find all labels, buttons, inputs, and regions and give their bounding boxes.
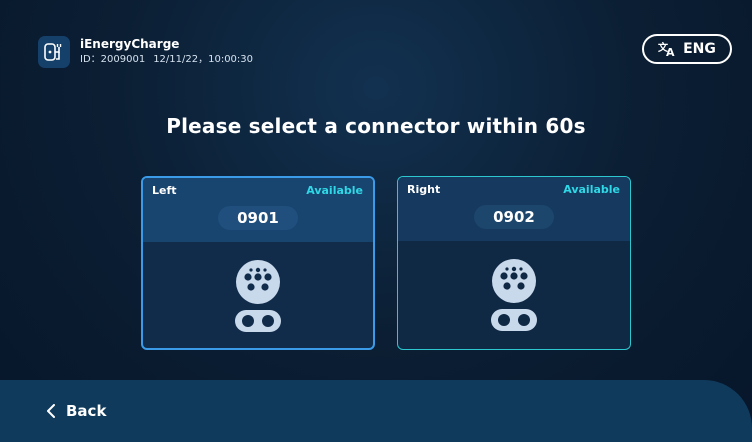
language-button[interactable]: 文 A ENG: [642, 34, 732, 64]
status-badge: Available: [306, 184, 363, 197]
status-badge: Available: [563, 183, 620, 196]
connector-number: 0902: [474, 205, 554, 229]
type2-connector-icon: [233, 260, 283, 332]
card-header: Right Available 0902: [398, 177, 630, 241]
back-button[interactable]: Back: [46, 402, 106, 420]
device-id: ID：2009001: [80, 54, 146, 66]
page-title: Please select a connector within 60s: [166, 114, 586, 138]
device-info: ID：2009001 12/11/22，10:00:30: [80, 54, 261, 67]
back-label: Back: [66, 402, 107, 420]
connector-name: Right: [407, 183, 441, 196]
connector-number: 0901: [218, 206, 298, 230]
connector-card-left[interactable]: Left Available 0901: [141, 176, 375, 350]
plug-phone-icon: [38, 36, 70, 68]
language-label: ENG: [683, 41, 716, 57]
brand-header: iEnergyCharge ID：2009001 12/11/22，10:00:3…: [38, 36, 261, 68]
translate-icon: 文 A: [658, 41, 678, 57]
card-header: Left Available 0901: [143, 178, 373, 242]
bottom-bar: Back: [0, 380, 752, 442]
connector-card-right[interactable]: Right Available 0902: [397, 176, 631, 350]
datetime: 12/11/22，10:00:30: [153, 54, 254, 66]
connector-name: Left: [152, 184, 177, 197]
connector-selection-screen: iEnergyCharge ID：2009001 12/11/22，10:00:3…: [0, 0, 752, 442]
chevron-left-icon: [46, 404, 56, 418]
type2-connector-icon: [489, 259, 539, 331]
app-name: iEnergyCharge: [80, 37, 180, 52]
svg-text:A: A: [666, 46, 675, 57]
